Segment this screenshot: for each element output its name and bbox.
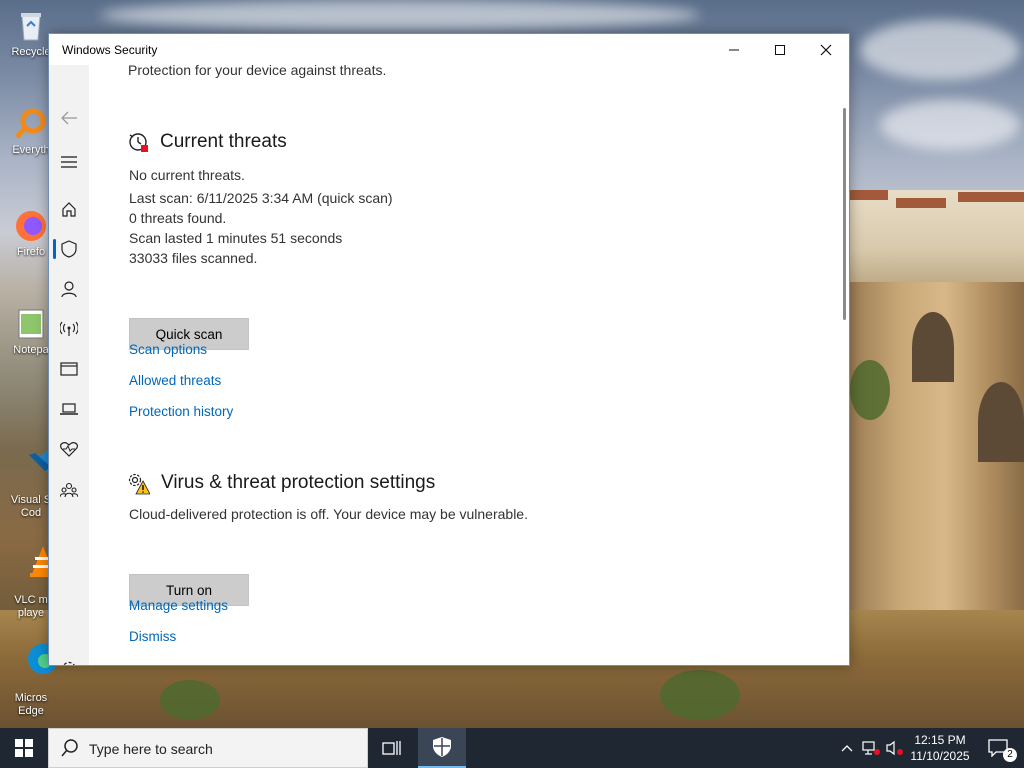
task-view-button[interactable] <box>370 728 414 768</box>
current-threats-heading: Current threats <box>160 131 287 152</box>
vertical-scrollbar[interactable] <box>843 108 846 320</box>
close-icon <box>820 44 832 55</box>
gear-icon <box>63 661 75 665</box>
firefox-icon <box>13 208 49 244</box>
laptop-icon <box>60 403 78 415</box>
home-icon <box>62 202 76 217</box>
clock-time: 12:15 PM <box>914 733 966 747</box>
nav-menu-button[interactable] <box>49 145 89 179</box>
search-placeholder: Type here to search <box>89 741 213 757</box>
gear-warning-icon <box>128 473 151 495</box>
greenery <box>850 360 890 420</box>
search-icon <box>61 739 78 757</box>
nav-item-device-security[interactable] <box>49 392 89 426</box>
nav-item-firewall[interactable] <box>49 312 89 346</box>
threat-status: No current threats. <box>129 167 245 183</box>
vlc-icon <box>13 530 57 577</box>
nav-item-home[interactable] <box>49 192 89 226</box>
everything-search-icon <box>13 106 49 142</box>
antenna-icon <box>60 321 78 336</box>
nav-back-button[interactable] <box>49 101 89 135</box>
cloud <box>100 0 700 30</box>
last-scan: Last scan: 6/11/2025 3:34 AM (quick scan… <box>129 190 393 206</box>
main-content: Protection for your device against threa… <box>89 65 841 665</box>
town-buildings <box>848 190 1024 290</box>
recycle-bin-icon <box>13 8 49 44</box>
cloud-protection-message: Cloud-delivered protection is off. Your … <box>129 506 528 522</box>
protection-history-link[interactable]: Protection history <box>129 404 233 419</box>
notification-count-badge: 2 <box>1003 748 1017 762</box>
windows-logo-icon <box>15 739 33 757</box>
notepad-icon <box>13 306 49 342</box>
nav-item-account-protection[interactable] <box>49 272 89 306</box>
taskbar-search-box[interactable]: Type here to search <box>48 728 368 768</box>
desktop-icon-label: Micros Edge <box>14 692 48 717</box>
back-arrow-icon <box>61 111 77 125</box>
nav-item-virus-protection[interactable] <box>49 232 89 266</box>
cloud <box>860 20 1020 80</box>
maximize-icon <box>775 44 785 55</box>
minimize-icon <box>729 49 739 50</box>
allowed-threats-link[interactable]: Allowed threats <box>129 373 221 388</box>
clock-date: 11/10/2025 <box>910 749 970 763</box>
volume-muted-icon <box>886 740 903 756</box>
nav-item-device-performance[interactable] <box>49 432 89 466</box>
network-tray-button[interactable] <box>860 728 882 768</box>
nav-item-app-browser-control[interactable] <box>49 352 89 386</box>
taskbar-app-windows-security[interactable] <box>418 728 466 768</box>
nav-item-settings[interactable] <box>49 652 89 665</box>
start-button[interactable] <box>0 728 48 768</box>
person-icon <box>61 281 77 298</box>
windows-security-window: Windows Security Protection for your dev… <box>48 33 850 666</box>
taskbar: Type here to search 12:15 PM 11/10/2025 … <box>0 728 1024 768</box>
action-center-button[interactable]: 2 <box>978 728 1018 768</box>
heart-pulse-icon <box>60 442 78 457</box>
greenery <box>160 680 220 720</box>
manage-settings-link[interactable]: Manage settings <box>129 598 228 613</box>
maximize-button[interactable] <box>757 34 803 65</box>
clock-threat-icon <box>128 131 150 153</box>
nav-item-family-options[interactable] <box>49 473 89 507</box>
edge-icon <box>13 628 59 674</box>
task-view-icon <box>382 741 401 755</box>
protection-settings-heading: Virus & threat protection settings <box>161 472 436 493</box>
chevron-up-icon <box>841 745 853 752</box>
files-scanned: 33033 files scanned. <box>129 250 258 266</box>
taskbar-clock[interactable]: 12:15 PM 11/10/2025 <box>906 732 974 764</box>
scan-options-link[interactable]: Scan options <box>129 342 207 357</box>
scan-duration: Scan lasted 1 minutes 51 seconds <box>129 230 343 246</box>
close-button[interactable] <box>803 34 849 65</box>
shield-icon <box>61 240 77 258</box>
browser-window-icon <box>60 362 78 376</box>
minimize-button[interactable] <box>711 34 757 65</box>
family-icon <box>60 482 78 498</box>
intro-text: Protection for your device against threa… <box>128 65 387 78</box>
volume-tray-button[interactable] <box>884 728 906 768</box>
title-bar[interactable]: Windows Security <box>49 34 849 65</box>
greenery <box>660 670 740 720</box>
shield-icon <box>433 737 451 757</box>
dismiss-link[interactable]: Dismiss <box>129 629 176 644</box>
network-icon <box>862 741 880 755</box>
threats-found: 0 threats found. <box>129 210 227 226</box>
hamburger-icon <box>61 156 77 168</box>
cloud <box>880 100 1020 150</box>
show-hidden-icons-button[interactable] <box>836 728 858 768</box>
vscode-icon <box>13 430 58 475</box>
window-title: Windows Security <box>62 43 158 57</box>
nav-sidebar <box>49 65 89 665</box>
